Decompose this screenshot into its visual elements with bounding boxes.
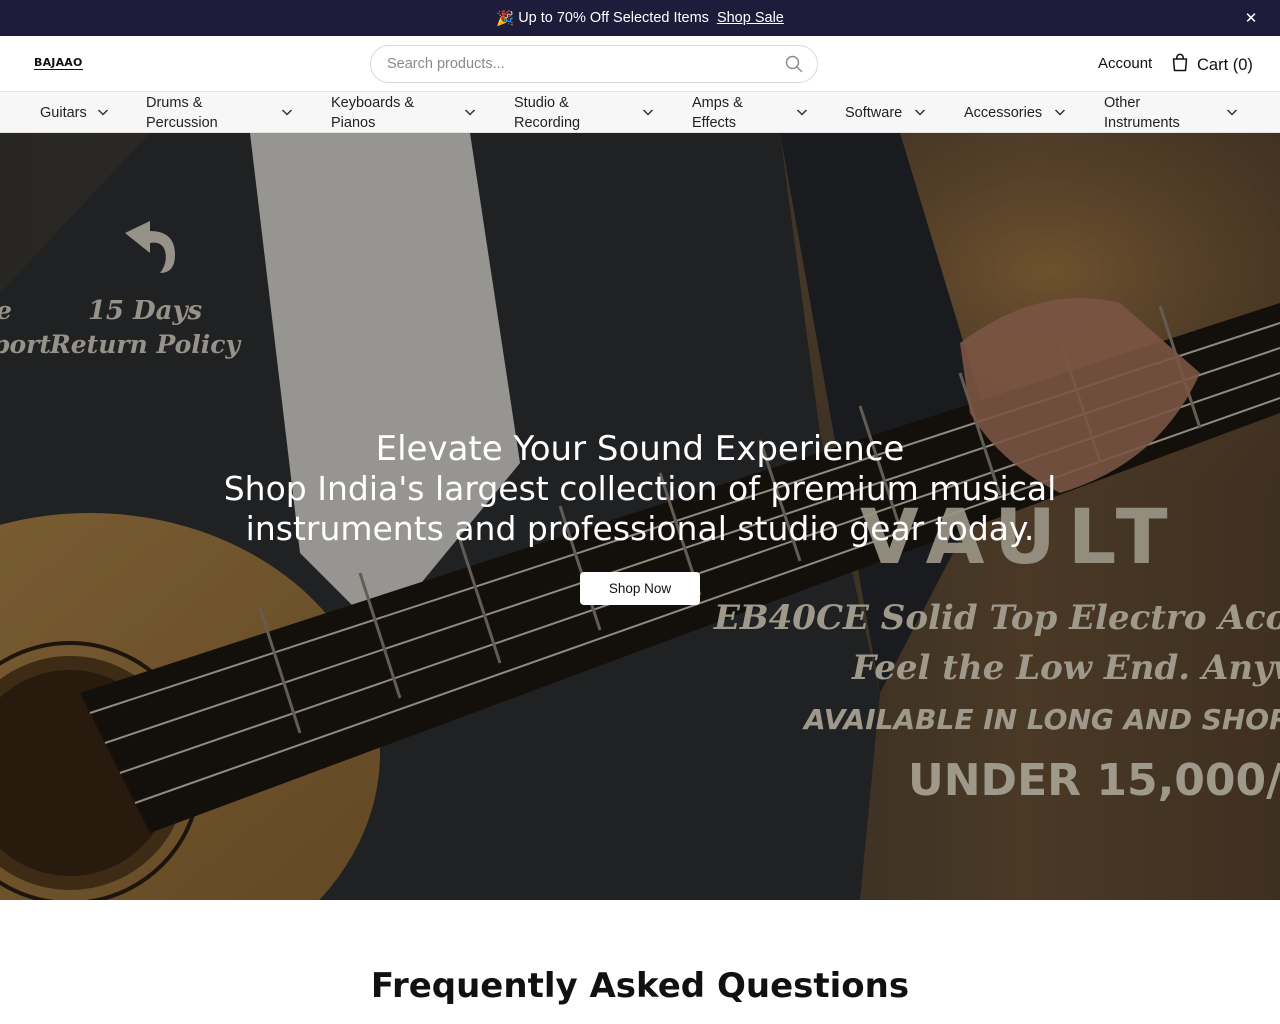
hero-subtitle: Shop India's largest collection of premi… [223,469,1057,548]
chevron-down-icon [1226,109,1238,116]
nav-label: Keyboards & Pianos [331,94,415,131]
nav-item-amps-effects[interactable]: Amps & Effects [692,92,810,133]
nav-label: Guitars [40,104,87,121]
search-icon[interactable] [783,53,805,75]
announcement-message: 🎉 Up to 70% Off Selected Items Shop Sale [496,10,784,27]
nav-label: Other Instruments [1104,94,1180,131]
nav-item-drums-percussion[interactable]: Drums & Percussion [146,92,296,133]
nav-item-accessories[interactable]: Accessories [964,92,1070,133]
cart-label: Cart (0) [1197,55,1253,74]
chevron-down-icon [97,109,109,116]
nav-item-guitars[interactable]: Guitars [40,92,116,133]
announcement-text: Up to 70% Off Selected Items [518,10,709,26]
hero-title: Elevate Your Sound Experience [375,429,905,469]
chevron-down-icon [796,109,808,116]
chevron-down-icon [464,109,476,116]
nav-label: Software [845,104,903,121]
nav-item-keyboards-pianos[interactable]: Keyboards & Pianos [331,92,479,133]
chevron-down-icon [281,109,293,116]
nav-label: Studio & Recording [514,94,581,131]
search-input[interactable] [387,56,783,72]
search-bar [370,45,818,83]
chevron-down-icon [1054,109,1066,116]
shopping-bag-icon [1171,53,1189,77]
nav-label: Amps & Effects [692,94,743,131]
cart-button[interactable]: Cart (0) [1171,53,1253,77]
party-icon: 🎉 [496,10,515,27]
hero-banner: 15 Days Return Policy e port VAULT EB40C… [0,133,1280,900]
shop-sale-link[interactable]: Shop Sale [717,10,784,26]
chevron-down-icon [914,109,926,116]
chevron-down-icon [642,109,654,116]
site-header: BAJAAO Account Cart (0) [0,36,1280,92]
nav-label: Drums & Percussion [146,94,218,131]
faq-heading: Frequently Asked Questions [370,966,910,1006]
close-icon[interactable]: ✕ [1242,9,1260,27]
nav-item-other-instruments[interactable]: Other Instruments [1104,92,1242,133]
nav-item-studio-recording[interactable]: Studio & Recording [514,92,656,133]
nav-item-software[interactable]: Software [845,92,929,133]
shop-now-button[interactable]: Shop Now [580,572,700,605]
account-link[interactable]: Account [1098,55,1152,72]
nav-label: Accessories [964,104,1043,121]
logo[interactable]: BAJAAO [34,57,83,70]
announcement-bar: 🎉 Up to 70% Off Selected Items Shop Sale… [0,0,1280,36]
main-nav: Guitars Drums & Percussion Keyboards & Pia… [0,92,1280,133]
